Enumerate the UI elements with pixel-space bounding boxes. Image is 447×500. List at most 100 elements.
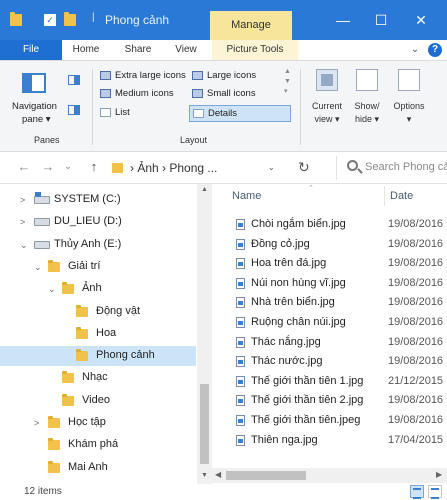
nav-tree-item[interactable]: Video <box>0 391 196 411</box>
list-option[interactable]: List <box>115 107 130 118</box>
nav-tree-item[interactable]: ⌄ Ảnh <box>0 279 196 299</box>
details-icon <box>193 109 204 118</box>
collapse-ribbon-icon[interactable]: ⌄ <box>408 43 422 57</box>
nav-tree-item[interactable]: Động vật <box>0 302 196 322</box>
chevron-right-icon[interactable]: > <box>34 418 39 428</box>
tab-file[interactable]: File <box>0 40 62 60</box>
file-row[interactable]: Đồng cỏ.jpg 19/08/2016 <box>212 235 447 254</box>
tab-view[interactable]: View <box>168 40 204 60</box>
horizontal-scrollbar[interactable]: ◀ ▶ <box>212 468 447 483</box>
nav-tree-label: Nhạc <box>82 371 108 384</box>
small-icons-icon <box>192 89 203 98</box>
tab-manage[interactable]: Manage <box>210 11 292 40</box>
nav-tree-item[interactable]: Hoa <box>0 324 196 344</box>
maximize-button[interactable]: ☐ <box>368 9 394 31</box>
file-date: 17/04/2015 <box>388 433 444 446</box>
ribbon-tabs: File Home Share View Picture Tools ⌄ ? <box>0 40 447 60</box>
scroll-left-icon[interactable]: ◀ <box>215 470 221 479</box>
new-folder-icon[interactable] <box>64 12 76 26</box>
address-dropdown-icon[interactable]: ⌄ <box>268 163 275 172</box>
current-view-label-2: view ▾ <box>314 114 340 124</box>
details-option[interactable]: Details <box>189 105 291 122</box>
nav-tree-item[interactable]: Khám phá <box>0 435 196 455</box>
column-separator[interactable] <box>384 186 385 206</box>
nav-tree-item[interactable]: Nhạc <box>0 368 196 388</box>
help-icon[interactable]: ? <box>428 43 442 57</box>
nav-tree-item[interactable]: > DU_LIEU (D:) <box>0 212 196 232</box>
minimize-button[interactable]: — <box>330 9 356 31</box>
file-row[interactable]: Thế giới thần tiên 2.jpg 19/08/2016 <box>212 391 447 410</box>
file-row[interactable]: Thế giới thần tiên.jpeg 19/08/2016 <box>212 411 447 430</box>
small-icons-option[interactable]: Small icons <box>207 88 256 99</box>
navigation-pane-label-2: pane ▾ <box>22 114 51 125</box>
address-bar[interactable]: › Ảnh › Phong ... <box>108 158 286 179</box>
chevron-right-icon[interactable]: > <box>20 217 25 227</box>
back-icon[interactable]: ← <box>16 159 32 174</box>
item-count: 12 items <box>24 486 62 497</box>
close-button[interactable]: ✕ <box>408 9 434 31</box>
folder-icon <box>48 259 60 272</box>
file-row[interactable]: Hoa trên đá.jpg 19/08/2016 <box>212 254 447 273</box>
file-name: Thiên nga.jpg <box>251 433 318 446</box>
medium-icons-option[interactable]: Medium icons <box>115 88 174 99</box>
file-row[interactable]: Chòi ngắm biển.jpg 19/08/2016 <box>212 215 447 234</box>
layout-scroll-arrows[interactable]: ▲ ▼ ▾ <box>284 67 294 97</box>
nav-tree-item[interactable]: ⌄ Thủy Anh (E:) <box>0 235 196 255</box>
search-input[interactable]: Search Phong cảnh <box>336 156 447 180</box>
scroll-right-icon[interactable]: ▶ <box>436 470 442 479</box>
column-header-date[interactable]: Date <box>390 190 413 202</box>
ribbon: Navigation pane ▾ Panes Extra large icon… <box>0 60 447 152</box>
chevron-right-icon[interactable]: > <box>20 195 25 205</box>
search-placeholder: Search Phong cảnh <box>365 161 447 173</box>
tab-home[interactable]: Home <box>66 40 106 60</box>
file-row[interactable]: Thác nước.jpg 19/08/2016 <box>212 352 447 371</box>
nav-tree-item[interactable]: Phong cảnh <box>0 346 196 367</box>
folder-icon <box>62 393 74 406</box>
tab-picture-tools[interactable]: Picture Tools <box>212 40 298 60</box>
file-row[interactable]: Ruộng chân núi.jpg 19/08/2016 <box>212 313 447 332</box>
scroll-down-icon[interactable]: ▼ <box>197 472 212 479</box>
chevron-down-icon[interactable]: ⌄ <box>48 284 56 295</box>
properties-icon[interactable]: ✓ <box>44 14 56 26</box>
file-date: 21/12/2015 <box>388 374 444 387</box>
column-header-name[interactable]: Name <box>232 190 261 202</box>
file-name: Núi non hùng vĩ.jpg <box>251 276 346 289</box>
file-row[interactable]: Nhà trên biển.jpg 19/08/2016 <box>212 293 447 312</box>
large-icons-option[interactable]: Large icons <box>207 70 256 81</box>
nav-tree-item[interactable]: > Học tập <box>0 413 196 433</box>
extra-large-icons-option[interactable]: Extra large icons <box>115 70 186 81</box>
scroll-up-icon[interactable]: ▲ <box>197 186 212 193</box>
details-pane-icon[interactable] <box>68 105 80 115</box>
recent-locations-icon[interactable]: ⌄ <box>60 161 76 172</box>
file-row[interactable]: Núi non hùng vĩ.jpg 19/08/2016 <box>212 274 447 293</box>
nav-scrollbar[interactable]: ▲ ▼ <box>197 184 212 484</box>
nav-tree-label: Mai Anh <box>68 460 108 473</box>
nav-tree-item[interactable]: > SYSTEM (C:) <box>0 190 196 210</box>
nav-tree-label: Ảnh <box>82 282 102 295</box>
list-icon <box>100 108 111 117</box>
nav-tree-item[interactable]: ⌄ Giải trí <box>0 257 196 277</box>
chevron-down-icon[interactable]: ⌄ <box>34 262 42 273</box>
nav-tree-item[interactable]: Mai Anh <box>0 458 196 478</box>
details-view-icon[interactable] <box>410 485 424 499</box>
tab-share[interactable]: Share <box>116 40 160 60</box>
forward-icon[interactable]: → <box>40 159 56 174</box>
up-icon[interactable]: ↑ <box>86 159 102 174</box>
file-row[interactable]: Thác nắng.jpg 19/08/2016 <box>212 333 447 352</box>
scroll-thumb[interactable] <box>226 471 306 480</box>
chevron-down-icon[interactable]: ⌄ <box>20 240 28 251</box>
image-file-icon <box>236 238 245 250</box>
scroll-thumb[interactable] <box>200 384 209 464</box>
image-file-icon <box>236 434 245 446</box>
refresh-icon[interactable]: ↻ <box>298 159 310 176</box>
current-view-label: Current <box>311 101 342 111</box>
options-icon <box>398 69 420 91</box>
file-date: 19/08/2016 <box>388 218 444 230</box>
preview-pane-icon[interactable] <box>68 75 80 85</box>
quick-access-divider: | <box>92 12 95 23</box>
file-row[interactable]: Thiên nga.jpg 17/04/2015 <box>212 431 447 450</box>
file-row[interactable]: Thế giới thần tiên 1.jpg 21/12/2015 <box>212 372 447 391</box>
image-file-icon <box>236 297 245 309</box>
large-icons-view-icon[interactable] <box>428 485 442 499</box>
medium-icons-icon <box>100 89 111 98</box>
